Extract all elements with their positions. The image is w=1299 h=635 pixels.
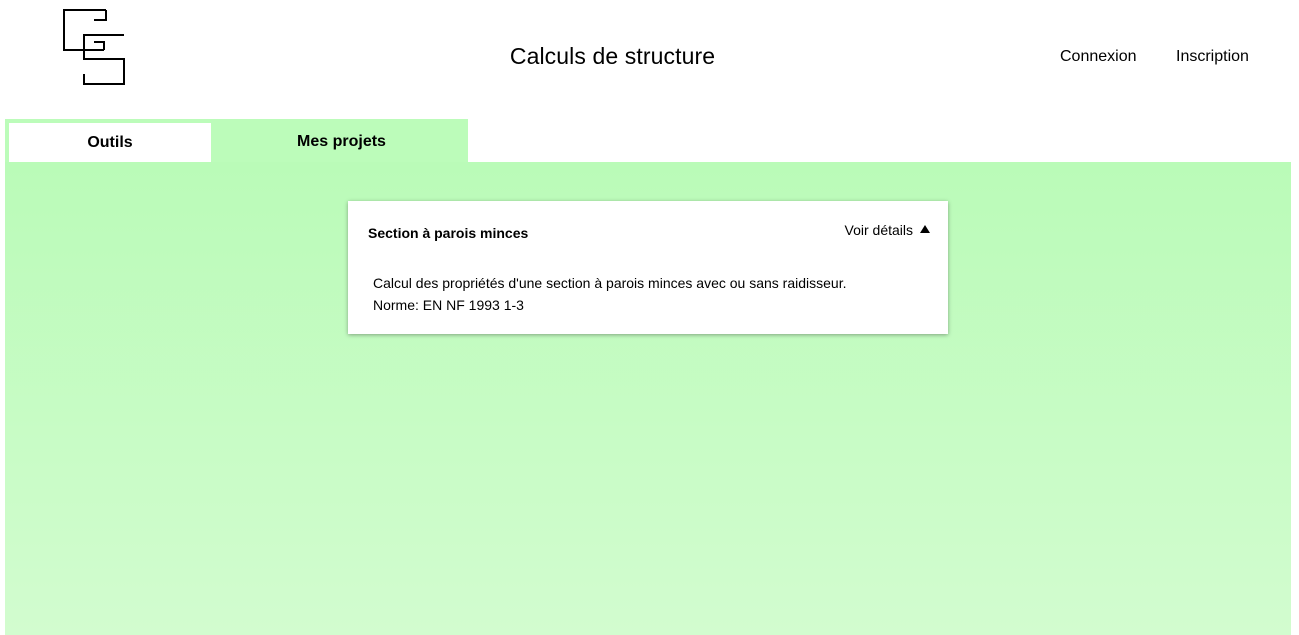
card-description-text: Calcul des propriétés d'une section à pa… (373, 275, 847, 291)
tab-content-panel: Section à parois minces Voir détails Cal… (5, 162, 1291, 635)
triangle-up-icon (920, 225, 930, 233)
page-title: Calculs de structure (0, 43, 1225, 70)
project-card: Section à parois minces Voir détails Cal… (348, 201, 948, 334)
signup-link[interactable]: Inscription (1176, 48, 1249, 66)
tab-tools[interactable]: Outils (9, 123, 211, 162)
page: Calculs de structure Connexion Inscripti… (0, 0, 1299, 635)
card-description: Calcul des propriétés d'une section à pa… (373, 272, 846, 316)
details-toggle-button[interactable]: Voir détails (845, 222, 930, 238)
tab-bar: Outils Mes projets (5, 119, 468, 162)
details-toggle-label: Voir détails (844, 222, 913, 238)
login-link[interactable]: Connexion (1060, 48, 1137, 66)
page-title-text: Calculs de structure (509, 43, 716, 69)
tab-my-projects[interactable]: Mes projets (215, 119, 468, 164)
card-title: Section à parois minces (368, 225, 529, 241)
card-norm-text: Norme: EN NF 1993 1-3 (373, 297, 524, 313)
